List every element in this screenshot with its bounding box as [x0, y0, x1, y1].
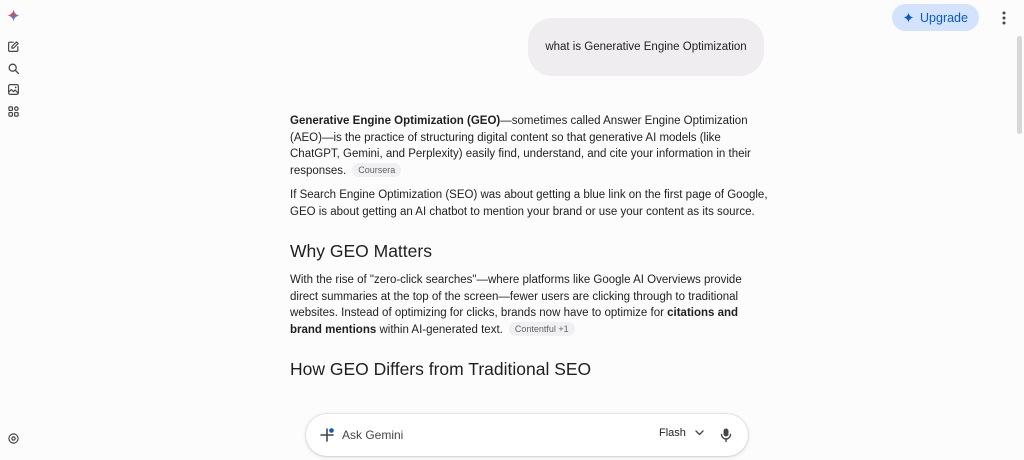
upgrade-button[interactable]: Upgrade	[892, 4, 979, 31]
model-label: Flash	[659, 427, 686, 439]
add-plus-icon[interactable]	[320, 428, 334, 442]
scrollbar-thumb[interactable]	[1017, 36, 1022, 134]
upgrade-label: Upgrade	[920, 10, 968, 25]
response-paragraph-2: If Search Engine Optimization (SEO) was …	[290, 189, 768, 218]
settings-icon[interactable]	[7, 432, 20, 445]
gemini-app: Upgrade what is Generative Engine Optimi…	[0, 0, 1024, 460]
chevron-down-icon	[695, 430, 704, 436]
user-prompt-text: what is Generative Engine Optimization	[545, 41, 747, 53]
sparkle-icon	[903, 12, 914, 23]
heading-how-geo-differs: How GEO Differs from Traditional SEO	[290, 359, 592, 379]
response-paragraph-1: Generative Engine Optimization (GEO)—som…	[290, 113, 768, 179]
source-chip-coursera[interactable]: Coursera	[352, 162, 402, 177]
gallery-icon[interactable]	[7, 83, 20, 96]
search-icon[interactable]	[7, 62, 20, 75]
left-rail	[0, 0, 26, 460]
new-chat-icon[interactable]	[7, 40, 20, 53]
model-response: Generative Engine Optimization (GEO)—som…	[290, 113, 768, 390]
prompt-input-bar: Flash	[306, 414, 748, 456]
more-options-icon[interactable]	[996, 9, 1012, 27]
response-text: within AI-generated text.	[376, 323, 503, 336]
apps-icon[interactable]	[7, 105, 20, 118]
model-selector[interactable]: Flash	[659, 427, 704, 439]
microphone-icon[interactable]	[720, 428, 732, 442]
ask-gemini-input[interactable]	[342, 427, 592, 443]
gemini-logo-icon[interactable]	[7, 9, 20, 22]
geo-term: Generative Engine Optimization (GEO)	[290, 115, 501, 127]
source-chip-contentful[interactable]: Contentful +1	[508, 321, 575, 336]
user-prompt-bubble: what is Generative Engine Optimization	[528, 18, 764, 76]
response-paragraph-3: With the rise of "zero-click searches"—w…	[290, 272, 768, 338]
heading-why-geo-matters: Why GEO Matters	[290, 241, 432, 261]
